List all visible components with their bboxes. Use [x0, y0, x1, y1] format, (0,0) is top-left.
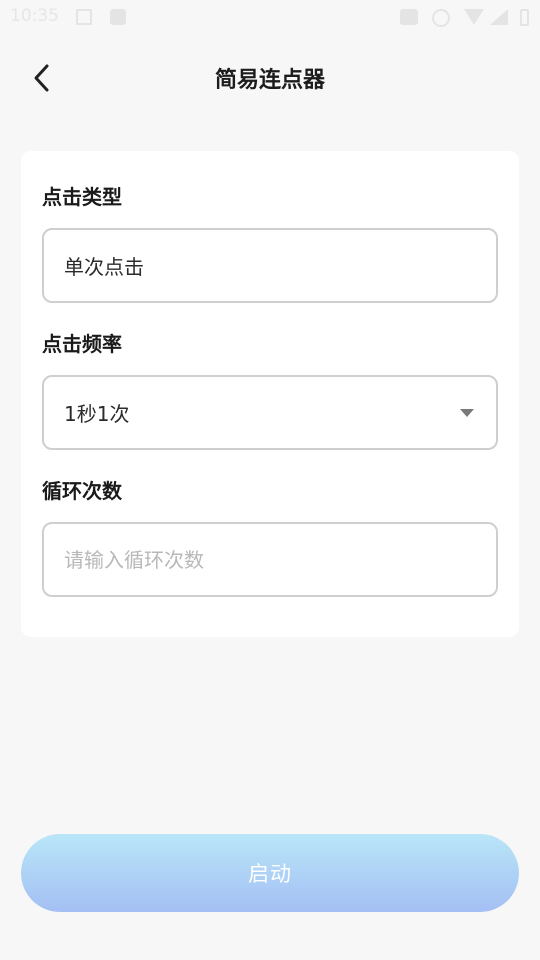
form-card: 点击类型 单次点击 点击频率 1秒1次 循环次数: [21, 151, 519, 637]
battery-icon: [520, 9, 529, 26]
click-type-label: 点击类型: [42, 185, 122, 209]
click-type-field[interactable]: 单次点击: [42, 228, 498, 303]
app-header: 简易连点器: [0, 50, 540, 108]
caret-down-icon: [460, 409, 474, 417]
signal-icon: [490, 9, 508, 25]
loop-count-label: 循环次数: [42, 479, 122, 503]
click-frequency-value: 1秒1次: [64, 402, 130, 426]
start-button-label: 启动: [248, 862, 292, 886]
download-icon: [110, 9, 126, 25]
briefcase-icon: [400, 9, 418, 25]
screen: 10:35 简易连点器 点击类型 单次点击 点击频率 1秒1次 循环次数 启动: [0, 0, 540, 960]
click-frequency-select[interactable]: 1秒1次: [42, 375, 498, 450]
start-button[interactable]: 启动: [21, 834, 519, 912]
click-type-value: 单次点击: [64, 255, 144, 279]
dnd-icon: [432, 9, 450, 27]
click-frequency-label: 点击频率: [42, 332, 122, 356]
page-title: 简易连点器: [214, 68, 325, 93]
status-time: 10:35: [10, 6, 59, 26]
loop-count-input[interactable]: [42, 522, 498, 597]
wifi-icon: [464, 9, 484, 25]
image-icon: [76, 9, 92, 25]
status-bar: 10:35: [0, 0, 540, 36]
